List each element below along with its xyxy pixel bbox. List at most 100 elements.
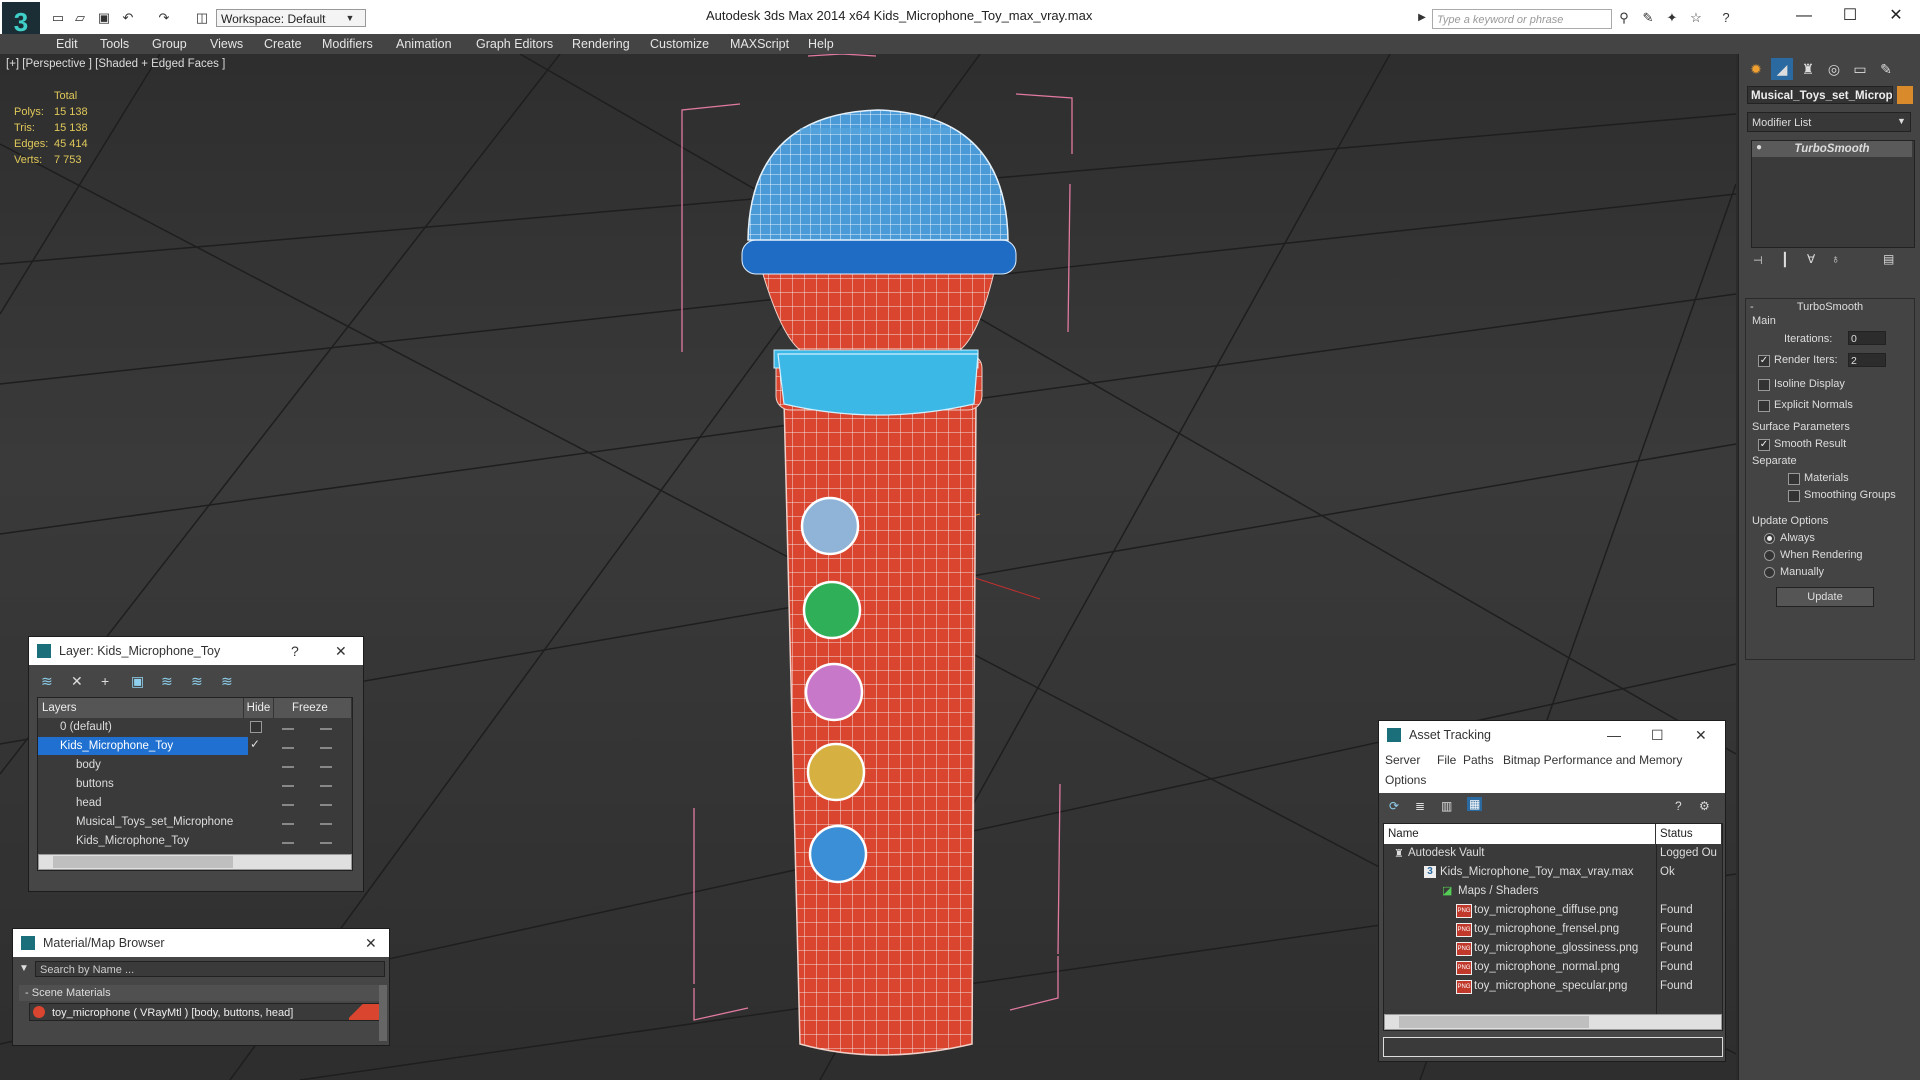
list-view-icon[interactable]: ≣	[1415, 799, 1425, 813]
create-layer-icon[interactable]: ≋	[41, 673, 53, 690]
refresh-icon[interactable]: ⟳	[1389, 799, 1399, 813]
asset-row-vault[interactable]: Autodesk Vault	[1408, 844, 1485, 863]
utilities-tab-icon[interactable]: ✎	[1875, 58, 1897, 80]
isoline-display-checkbox[interactable]	[1758, 379, 1770, 391]
asset-row-normal[interactable]: toy_microphone_normal.png	[1474, 958, 1620, 977]
col-freeze[interactable]: Freeze	[274, 698, 352, 718]
layer-row[interactable]: 0 (default)	[38, 718, 348, 736]
table-view-icon[interactable]: ▦	[1467, 797, 1483, 811]
modifier-list-dropdown[interactable]: Modifier List	[1747, 112, 1911, 132]
menu-maxscript[interactable]: MAXScript	[730, 37, 789, 51]
horizontal-scrollbar[interactable]	[38, 854, 352, 870]
object-color-swatch[interactable]	[1897, 86, 1913, 104]
when-rendering-radio[interactable]	[1764, 550, 1775, 561]
scene-materials-section[interactable]: - Scene Materials	[19, 985, 381, 1001]
hide-toggle[interactable]	[282, 785, 294, 787]
save-icon[interactable]: ▣	[96, 10, 112, 26]
menu-rendering[interactable]: Rendering	[572, 37, 630, 51]
viewport-label[interactable]: [+] [Perspective ] [Shaded + Edged Faces…	[6, 58, 225, 70]
motion-tab-icon[interactable]: ◎	[1823, 58, 1845, 80]
remove-modifier-icon[interactable]: ♁	[1831, 252, 1840, 266]
asset-tracking-header[interactable]: Asset Tracking — ☐ ✕	[1379, 721, 1725, 749]
lightbulb-icon[interactable]: ●	[1756, 142, 1762, 153]
delete-layer-icon[interactable]: ✕	[71, 673, 83, 690]
settings-icon[interactable]: ⚙	[1699, 799, 1710, 813]
stack-item-turbosmooth[interactable]: TurboSmooth	[1752, 141, 1912, 157]
menu-modifiers[interactable]: Modifiers	[322, 37, 373, 51]
asset-row-maxfile[interactable]: Kids_Microphone_Toy_max_vray.max	[1440, 863, 1633, 882]
search-input[interactable]: Type a keyword or phrase	[1432, 9, 1612, 29]
hide-toggle[interactable]	[282, 766, 294, 768]
new-file-icon[interactable]: ▭	[50, 10, 66, 26]
asset-row-frensel[interactable]: toy_microphone_frensel.png	[1474, 920, 1619, 939]
options-dropdown-icon[interactable]: ▼	[19, 963, 29, 974]
explicit-normals-checkbox[interactable]	[1758, 400, 1770, 412]
col-hide[interactable]: Hide	[244, 698, 274, 718]
configure-sets-icon[interactable]: ▤	[1883, 252, 1894, 266]
layer-row[interactable]: buttons	[38, 775, 348, 793]
hide-toggle[interactable]	[282, 747, 294, 749]
maximize-icon[interactable]: ☐	[1651, 721, 1664, 749]
menu-animation[interactable]: Animation	[396, 37, 452, 51]
menu-group[interactable]: Group	[152, 37, 187, 51]
open-file-icon[interactable]: ▱	[72, 10, 88, 26]
collapse-icon[interactable]: -	[1750, 301, 1754, 313]
menu-server[interactable]: Server	[1385, 753, 1420, 767]
vertical-scrollbar[interactable]	[379, 985, 387, 1041]
asset-row-diffuse[interactable]: toy_microphone_diffuse.png	[1474, 901, 1618, 920]
menu-graph-editors[interactable]: Graph Editors	[476, 37, 553, 51]
iterations-spinner[interactable]: 0	[1848, 331, 1886, 345]
close-icon[interactable]: ✕	[1884, 6, 1908, 26]
redo-icon[interactable]: ↷	[156, 10, 172, 26]
freeze-toggle[interactable]	[320, 823, 332, 825]
menu-create[interactable]: Create	[264, 37, 302, 51]
menu-file[interactable]: File	[1437, 753, 1456, 767]
menu-bitmap-performance[interactable]: Bitmap Performance and Memory	[1503, 753, 1682, 767]
menu-edit[interactable]: Edit	[56, 37, 78, 51]
freeze-all-icon[interactable]: ≋	[221, 673, 233, 690]
detail-view-icon[interactable]: ▥	[1441, 799, 1452, 813]
rollout-title[interactable]: TurboSmooth	[1746, 301, 1914, 313]
layer-row[interactable]: Musical_Toys_set_Microphone	[38, 813, 348, 831]
freeze-toggle[interactable]	[320, 766, 332, 768]
modify-tab-icon[interactable]: ◢	[1771, 58, 1793, 80]
material-search-input[interactable]: Search by Name ...	[35, 961, 385, 977]
material-browser-header[interactable]: Material/Map Browser ✕	[13, 929, 389, 957]
scrollbar-thumb[interactable]	[1399, 1016, 1589, 1028]
freeze-toggle[interactable]	[320, 804, 332, 806]
render-iters-checkbox[interactable]: ✓	[1758, 355, 1770, 367]
freeze-toggle[interactable]	[320, 747, 332, 749]
horizontal-scrollbar[interactable]	[1384, 1014, 1722, 1030]
menu-paths[interactable]: Paths	[1463, 753, 1494, 767]
scrollbar-thumb[interactable]	[53, 856, 233, 868]
pin-stack-icon[interactable]: ⊣	[1753, 254, 1763, 267]
asset-path-field[interactable]	[1383, 1037, 1723, 1057]
layer-row[interactable]: Kids_Microphone_Toy	[38, 832, 348, 850]
menu-options[interactable]: Options	[1385, 773, 1426, 787]
close-icon[interactable]: ✕	[1695, 721, 1707, 749]
update-button[interactable]: Update	[1776, 587, 1874, 607]
star-icon[interactable]: ☆	[1688, 10, 1704, 26]
help-icon[interactable]: ?	[1675, 799, 1682, 813]
minimize-icon[interactable]: —	[1792, 6, 1816, 26]
object-name-field[interactable]: Musical_Toys_set_Microphone	[1747, 86, 1893, 104]
undo-icon[interactable]: ↶	[120, 10, 136, 26]
freeze-toggle[interactable]	[320, 728, 332, 730]
hide-toggle[interactable]	[282, 728, 294, 730]
col-name[interactable]: Name	[1384, 824, 1656, 844]
create-tab-icon[interactable]: ✹	[1745, 58, 1767, 80]
freeze-toggle[interactable]	[320, 785, 332, 787]
col-status[interactable]: Status	[1656, 824, 1722, 844]
asset-row-maps[interactable]: Maps / Shaders	[1458, 882, 1539, 901]
col-layers[interactable]: Layers	[38, 698, 244, 718]
close-icon[interactable]: ✕	[365, 929, 377, 957]
freeze-toggle[interactable]	[320, 842, 332, 844]
highlight-layer-icon[interactable]: ≋	[161, 673, 173, 690]
display-tab-icon[interactable]: ▭	[1849, 58, 1871, 80]
layer-window-header[interactable]: Layer: Kids_Microphone_Toy ? ✕	[29, 637, 363, 665]
menu-help[interactable]: Help	[808, 37, 834, 51]
binoculars-icon[interactable]: ⚲	[1616, 10, 1632, 26]
layer-row[interactable]: head	[38, 794, 348, 812]
smooth-result-checkbox[interactable]: ✓	[1758, 439, 1770, 451]
close-icon[interactable]: ✕	[335, 637, 347, 665]
